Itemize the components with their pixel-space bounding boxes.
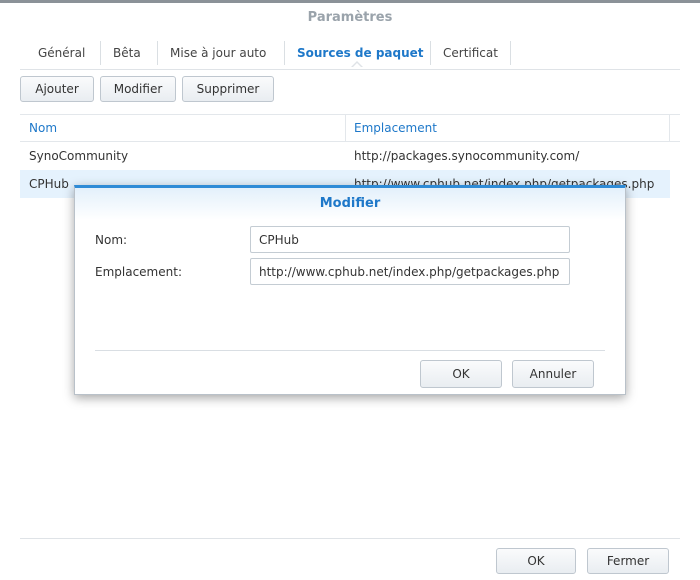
edit-button[interactable]: Modifier: [100, 76, 176, 102]
edit-dialog: Modifier Nom: Emplacement: OK Annuler: [74, 185, 626, 395]
column-divider[interactable]: [345, 115, 346, 142]
active-tab-indicator-inner: [352, 63, 362, 68]
table-row[interactable]: SynoCommunity http://packages.synocommun…: [20, 142, 670, 170]
dialog-divider: [95, 350, 605, 351]
tab-beta[interactable]: Bêta: [100, 41, 153, 65]
ok-button[interactable]: OK: [496, 548, 576, 574]
tab-certificate[interactable]: Certificat: [430, 41, 511, 65]
column-divider[interactable]: [669, 115, 670, 142]
column-header-name[interactable]: Nom: [29, 115, 57, 142]
column-header-location[interactable]: Emplacement: [354, 115, 437, 142]
location-input[interactable]: [250, 258, 570, 285]
cell-name: SynoCommunity: [29, 149, 129, 163]
cell-location: http://packages.synocommunity.com/: [354, 149, 580, 163]
footer-divider: [20, 538, 680, 539]
name-input[interactable]: [250, 226, 570, 253]
add-button[interactable]: Ajouter: [20, 76, 94, 102]
tab-bar: Général Bêta Mise à jour auto Sources de…: [20, 37, 680, 70]
window-title: Paramètres: [307, 10, 393, 25]
location-label: Emplacement:: [95, 265, 182, 279]
dialog-ok-button[interactable]: OK: [420, 360, 502, 388]
name-label: Nom:: [95, 233, 128, 247]
dialog-title: Modifier: [75, 188, 625, 220]
close-button[interactable]: Fermer: [587, 548, 669, 574]
delete-button[interactable]: Supprimer: [182, 76, 274, 102]
cell-name: CPHub: [29, 177, 69, 191]
grid-header: Nom Emplacement: [20, 114, 680, 142]
dialog-cancel-button[interactable]: Annuler: [512, 360, 594, 388]
tab-general[interactable]: Général: [26, 41, 97, 65]
tab-auto-update[interactable]: Mise à jour auto: [157, 41, 278, 65]
